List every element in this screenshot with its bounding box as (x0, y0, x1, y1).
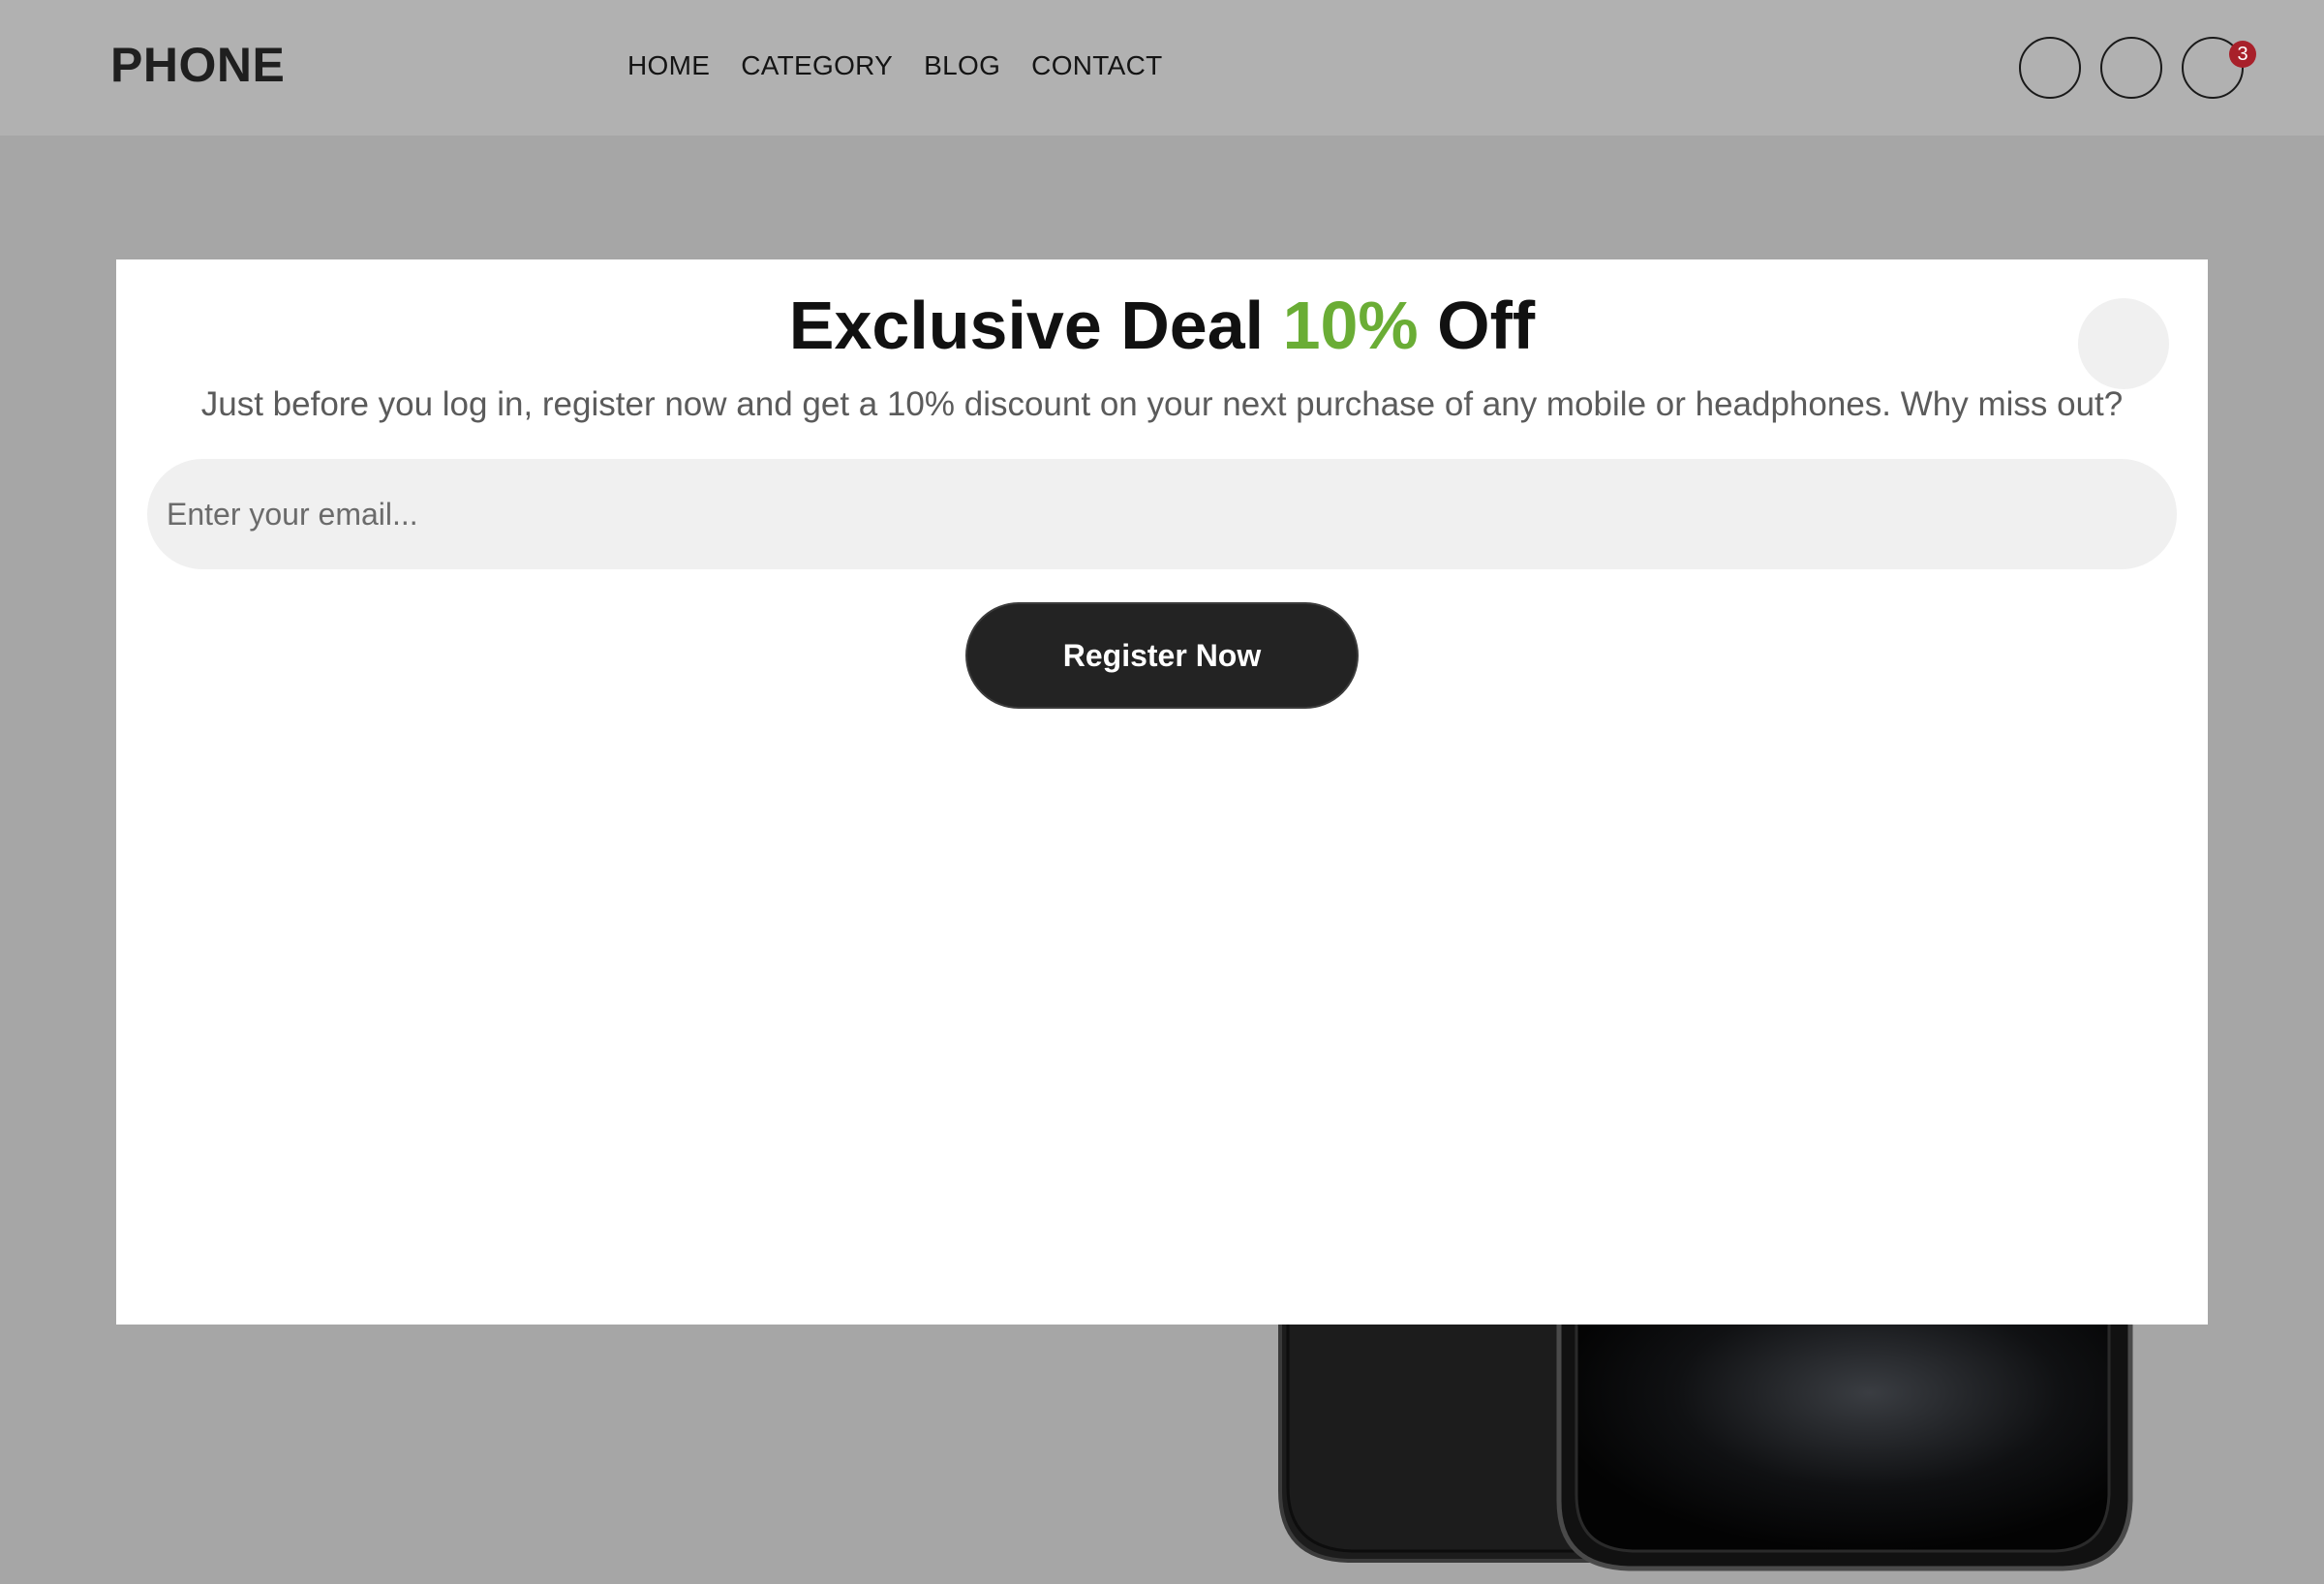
discount-highlight: 10% (1282, 288, 1419, 363)
modal-title: Exclusive Deal 10% Off (116, 287, 2208, 364)
nav-blog[interactable]: BLOG (924, 50, 1000, 81)
page: PHONE HOME CATEGORY BLOG CONTACT 3 Exclu… (0, 0, 2324, 1584)
phone-product-image (1278, 1288, 2133, 1571)
close-button[interactable] (2078, 298, 2169, 389)
discount-modal: Exclusive Deal 10% Off Just before you l… (116, 259, 2208, 1325)
cart-count-badge: 3 (2229, 41, 2256, 68)
register-button[interactable]: Register Now (965, 602, 1359, 709)
account-button[interactable] (2100, 37, 2162, 99)
logo[interactable]: PHONE (110, 37, 285, 93)
search-button[interactable] (2019, 37, 2081, 99)
nav-home[interactable]: HOME (627, 50, 710, 81)
site-header: PHONE HOME CATEGORY BLOG CONTACT 3 (0, 0, 2324, 136)
modal-subtitle: Just before you log in, register now and… (200, 385, 2124, 423)
modal-title-suffix: Off (1418, 288, 1536, 363)
nav-contact[interactable]: CONTACT (1031, 50, 1162, 81)
main-nav: HOME CATEGORY BLOG CONTACT (627, 50, 1163, 81)
email-field[interactable] (147, 459, 2177, 569)
modal-title-text: Exclusive Deal (788, 288, 1283, 363)
nav-category[interactable]: CATEGORY (741, 50, 893, 81)
